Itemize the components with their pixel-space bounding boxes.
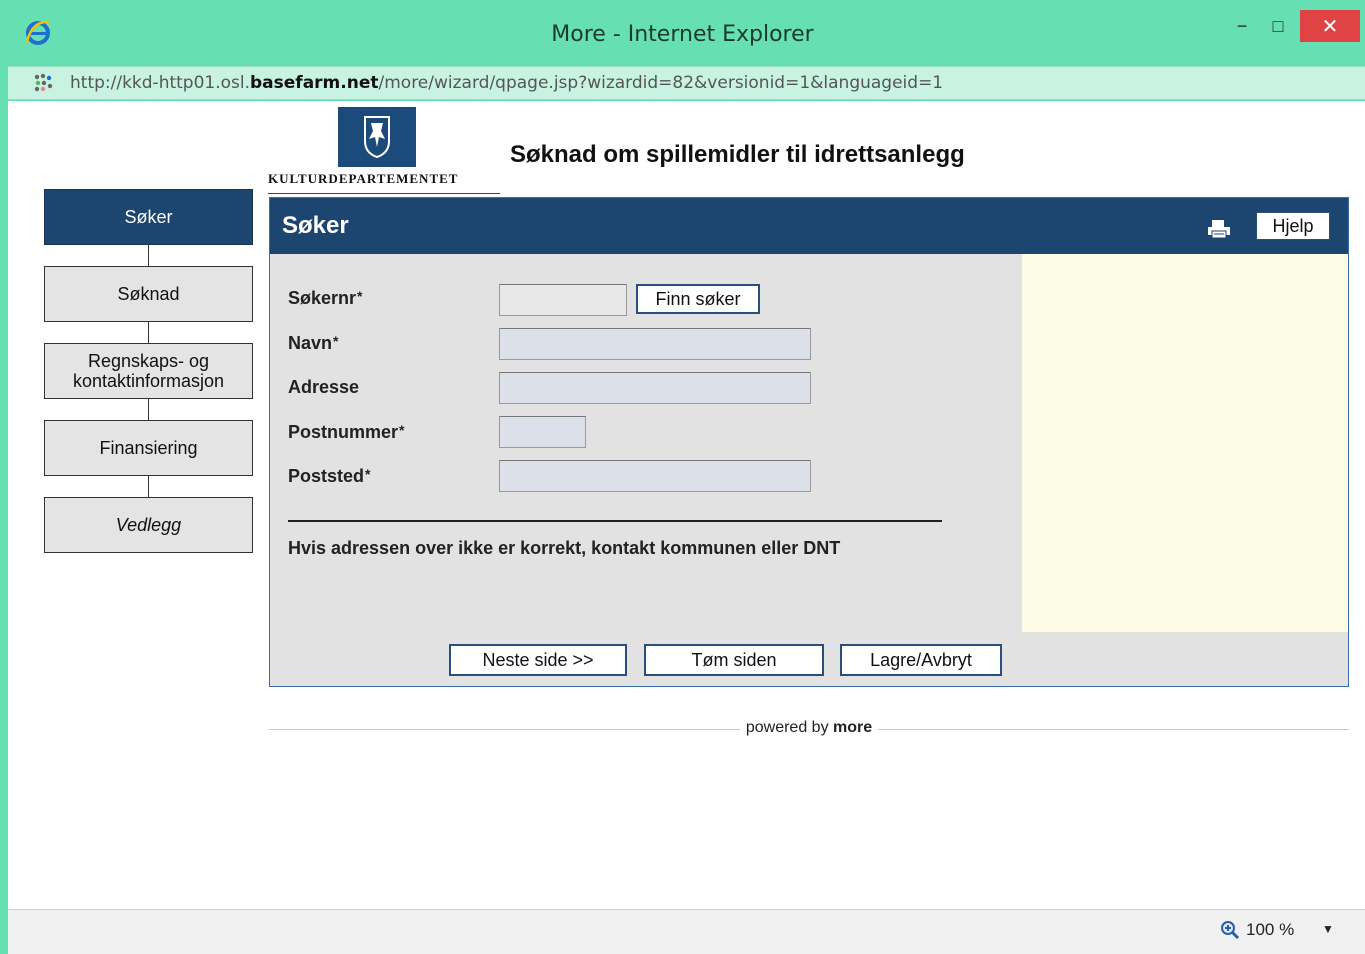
url-prefix: http://kkd-http01.osl. [70, 73, 251, 93]
help-info-area [1022, 254, 1348, 632]
step-connector [148, 476, 149, 497]
poststed-label-text: Poststed [288, 466, 365, 486]
adresse-label: Adresse [288, 377, 360, 397]
url-text[interactable]: http://kkd-http01.osl.basefarm.net/more/… [70, 73, 943, 93]
kulturdepartementet-logo: KULTURDEPARTEMENTET [268, 107, 508, 197]
powered-by-footer: powered by more [269, 719, 1349, 739]
navn-label-text: Navn [288, 333, 333, 353]
maximize-button[interactable]: □ [1262, 10, 1294, 42]
clear-page-button[interactable]: Tøm siden [644, 644, 824, 676]
coat-of-arms-icon [338, 107, 416, 167]
powered-by-label: powered by [745, 719, 829, 736]
page-title: Søknad om spillemidler til idrettsanlegg [510, 141, 965, 168]
address-bar[interactable]: http://kkd-http01.osl.basefarm.net/more/… [8, 66, 1365, 100]
navn-field[interactable] [499, 328, 811, 360]
sokernr-label-text: Søkernr [288, 288, 357, 308]
page-content: KULTURDEPARTEMENTET Søknad om spillemidl… [8, 101, 1365, 909]
step-connector [148, 322, 149, 343]
close-button[interactable]: ✕ [1300, 10, 1360, 42]
window-title: More - Internet Explorer [551, 22, 814, 47]
poststed-field[interactable] [499, 460, 811, 492]
browser-window: More - Internet Explorer − □ ✕ http://kk… [0, 0, 1365, 954]
powered-by-brand: more [833, 719, 873, 736]
sidebar-item-soker[interactable]: Søker [44, 189, 253, 245]
poststed-label: Poststed* [288, 466, 370, 487]
required-mark: * [399, 422, 405, 438]
sidebar-item-regnskap[interactable]: Regnskaps- og kontaktinformasjon [44, 343, 253, 399]
postnummer-label: Postnummer* [288, 422, 404, 443]
panel-header: Søker Hjelp [270, 198, 1348, 254]
sidebar-item-finansiering[interactable]: Finansiering [44, 420, 253, 476]
required-mark: * [365, 466, 371, 482]
url-suffix: /more/wizard/qpage.jsp?wizardid=82&versi… [378, 73, 944, 93]
page-icon [34, 73, 53, 92]
next-page-button[interactable]: Neste side >> [449, 644, 627, 676]
print-icon[interactable] [1206, 218, 1232, 240]
form-panel: Søker Hjelp Søkernr* Finn søker Navn* Ad… [269, 197, 1349, 687]
zoom-dropdown-icon[interactable]: ▼ [1322, 922, 1334, 936]
required-mark: * [333, 333, 339, 349]
powered-by-text: powered by more [269, 719, 1349, 737]
title-bar: More - Internet Explorer − □ ✕ [0, 0, 1365, 66]
help-button[interactable]: Hjelp [1256, 212, 1330, 240]
sokernr-label: Søkernr* [288, 288, 362, 309]
divider [288, 520, 942, 522]
logo-text: KULTURDEPARTEMENTET [268, 171, 459, 186]
logo-underline [268, 193, 500, 194]
save-cancel-button[interactable]: Lagre/Avbryt [840, 644, 1002, 676]
panel-title: Søker [282, 212, 349, 239]
sidebar-item-vedlegg[interactable]: Vedlegg [44, 497, 253, 553]
sidebar-item-soknad[interactable]: Søknad [44, 266, 253, 322]
adresse-field[interactable] [499, 372, 811, 404]
address-note: Hvis adressen over ikke er korrekt, kont… [288, 538, 841, 558]
postnummer-label-text: Postnummer [288, 422, 399, 442]
minimize-button[interactable]: − [1226, 10, 1258, 42]
zoom-icon[interactable] [1220, 920, 1240, 940]
step-connector [148, 399, 149, 420]
sokernr-field[interactable] [499, 284, 627, 316]
find-applicant-button[interactable]: Finn søker [636, 284, 760, 314]
url-domain: basefarm.net [250, 73, 379, 93]
navn-label: Navn* [288, 333, 338, 354]
zoom-level[interactable]: 100 % [1246, 920, 1294, 940]
status-bar: 100 % ▼ [8, 909, 1365, 954]
step-connector [148, 245, 149, 266]
postnummer-field[interactable] [499, 416, 586, 448]
required-mark: * [357, 288, 363, 304]
